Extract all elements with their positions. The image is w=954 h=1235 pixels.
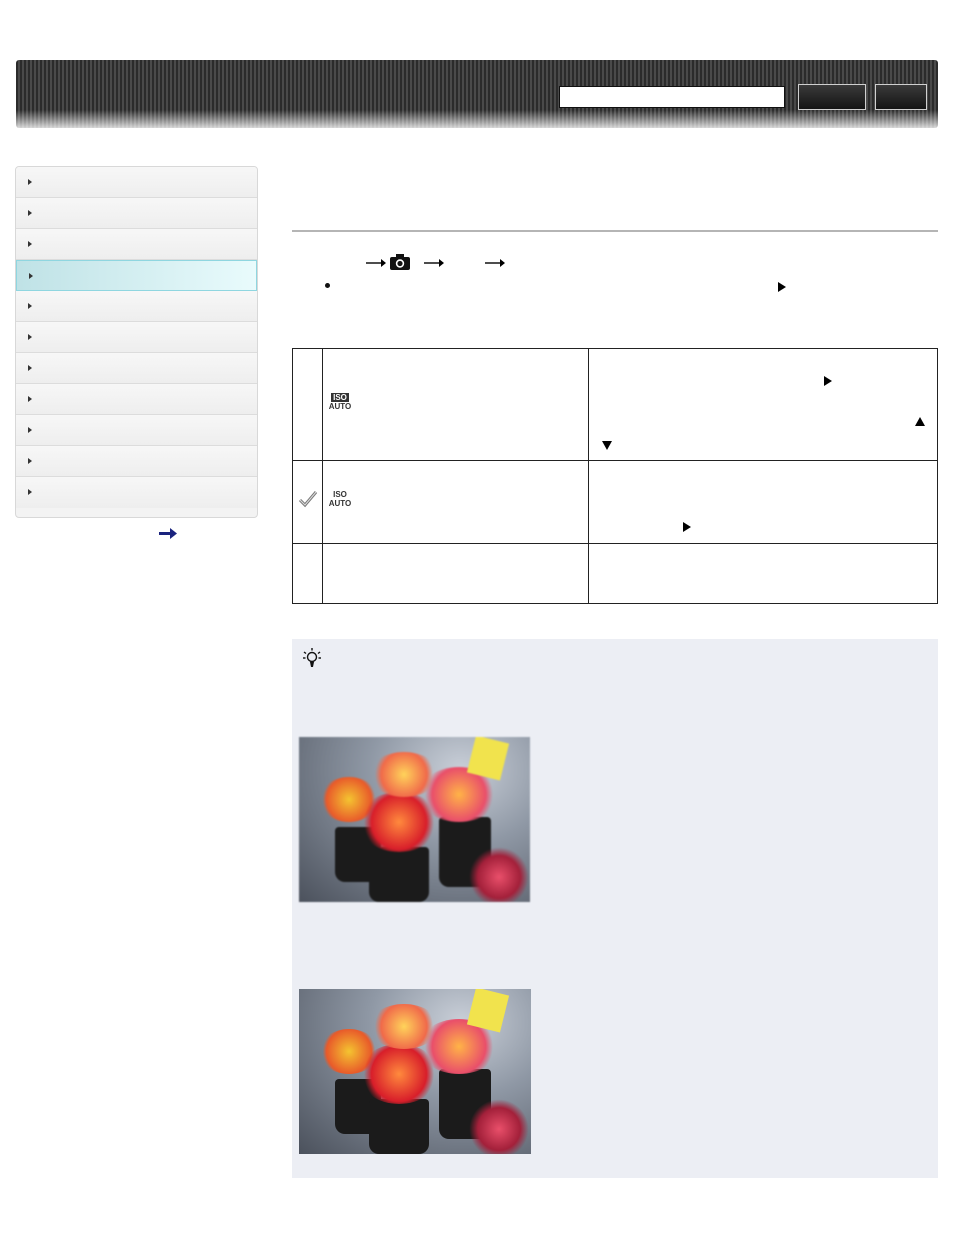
down-triangle-icon (602, 441, 612, 450)
right-triangle-icon (683, 522, 691, 532)
bullet-arrow-icon (28, 458, 32, 464)
sidebar-item-3[interactable] (16, 229, 257, 260)
bullet-arrow-icon (28, 241, 32, 247)
lightbulb-icon (303, 648, 321, 667)
right-triangle-icon (824, 376, 832, 386)
up-triangle-icon (915, 417, 925, 426)
iso-auto-icon: ISO AUTO (328, 393, 352, 413)
settings-table (292, 348, 938, 604)
list-bullet (325, 283, 330, 288)
iso-label: ISO (333, 490, 347, 499)
bullet-arrow-icon (28, 396, 32, 402)
right-triangle-icon (778, 282, 786, 292)
title-divider (292, 230, 938, 232)
price-sign (466, 989, 510, 1033)
bullet-arrow-icon (28, 210, 32, 216)
iso-auto-icon: ISO AUTO (328, 490, 352, 510)
bullet-arrow-icon (28, 427, 32, 433)
table-row-1-description-cell (588, 348, 938, 461)
bullet-arrow-icon (28, 179, 32, 185)
check-icon (298, 491, 318, 508)
table-row-3-check-cell (292, 543, 323, 604)
table-row-1-check-cell (292, 348, 323, 461)
sidebar-item-6[interactable] (16, 322, 257, 353)
flower (469, 847, 529, 902)
flower (469, 1099, 529, 1154)
auto-label: AUTO (328, 499, 352, 508)
table-row-2-description-cell (588, 460, 938, 544)
auto-label: AUTO (328, 402, 352, 411)
sidebar-item-2[interactable] (16, 198, 257, 229)
iso-label: ISO (331, 393, 349, 402)
arrow-right-icon (424, 259, 444, 267)
table-row-2-setting-cell[interactable] (322, 460, 589, 544)
sidebar-item-11[interactable] (16, 477, 257, 508)
flowers-in-pots-photo (299, 989, 531, 1154)
camera-icon (390, 254, 410, 270)
arrow-right-icon (366, 259, 386, 267)
flower-pot (369, 847, 429, 902)
bullet-arrow-icon (28, 365, 32, 371)
search-button[interactable] (798, 84, 866, 110)
sidebar-item-10[interactable] (16, 446, 257, 477)
sidebar-item-5[interactable] (16, 291, 257, 322)
sidebar-nav (15, 166, 258, 518)
sidebar-item-8[interactable] (16, 384, 257, 415)
top-page-button[interactable] (875, 84, 927, 110)
sidebar-item-7[interactable] (16, 353, 257, 384)
sidebar-item-1[interactable] (16, 167, 257, 198)
sidebar-item-9[interactable] (16, 415, 257, 446)
page-title (292, 190, 938, 220)
arrow-right-icon[interactable] (158, 527, 178, 541)
sidebar-item-4-active[interactable] (16, 260, 257, 291)
bullet-arrow-icon (28, 303, 32, 309)
price-sign (466, 737, 510, 781)
bullet-arrow-icon (28, 334, 32, 340)
search-input[interactable] (559, 86, 785, 108)
table-row-1-setting-cell[interactable] (322, 348, 589, 461)
bullet-arrow-icon (29, 273, 33, 279)
flowers-in-pots-photo (299, 737, 530, 902)
table-row-3-description-cell (588, 543, 938, 604)
arrow-right-icon (485, 259, 505, 267)
flower-pot (369, 1099, 429, 1154)
bullet-arrow-icon (28, 489, 32, 495)
flower (369, 1004, 439, 1049)
table-row-3-setting-cell[interactable] (322, 543, 589, 604)
flower (369, 752, 439, 797)
